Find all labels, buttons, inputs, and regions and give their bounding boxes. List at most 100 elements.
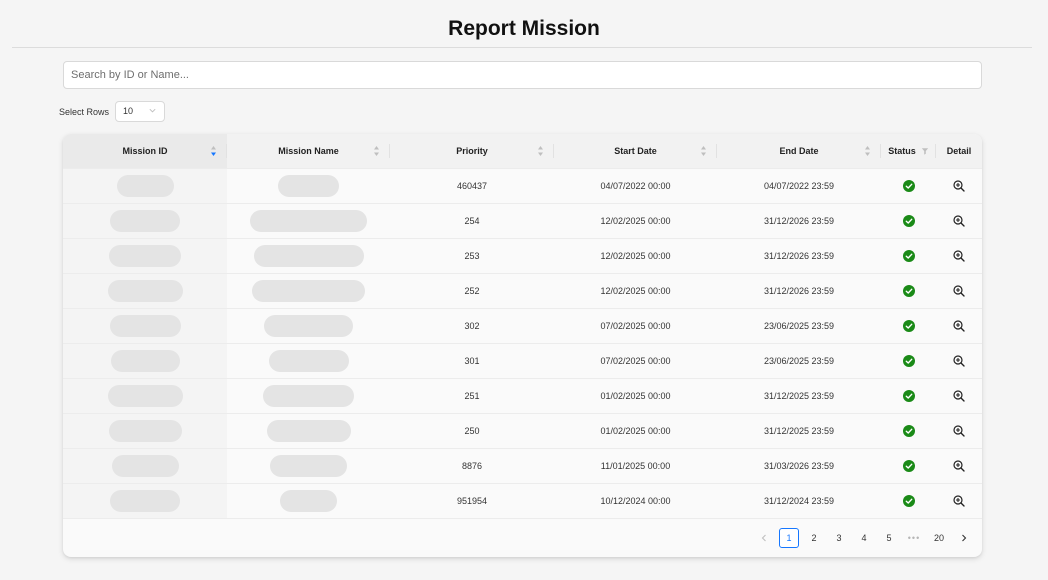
- sort-icon[interactable]: [537, 145, 544, 157]
- cell-end-date: 31/12/2024 23:59: [717, 483, 881, 519]
- column-header-mission-name[interactable]: Mission Name: [227, 134, 390, 169]
- filter-icon[interactable]: [921, 147, 929, 155]
- zoom-in-icon[interactable]: [953, 179, 965, 192]
- table-row: 8876 11/01/2025 00:00 31/03/2026 23:59: [63, 448, 982, 484]
- redacted-mission-name: [266, 419, 351, 442]
- pagination-ellipsis[interactable]: •••: [904, 528, 924, 548]
- redacted-mission-id: [110, 349, 180, 372]
- pagination-page-5[interactable]: 5: [879, 528, 899, 548]
- redacted-mission-name: [263, 384, 354, 407]
- cell-mission-id: [63, 203, 227, 239]
- redacted-mission-id: [107, 384, 183, 407]
- table-row: 301 07/02/2025 00:00 23/06/2025 23:59: [63, 343, 982, 379]
- chevron-down-icon: [149, 108, 156, 113]
- redacted-mission-id: [110, 489, 180, 512]
- pagination-page-3[interactable]: 3: [829, 528, 849, 548]
- search-input[interactable]: [63, 61, 982, 89]
- column-header-start-date[interactable]: Start Date: [554, 134, 717, 169]
- cell-end-date: 04/07/2022 23:59: [717, 168, 881, 204]
- sort-icon[interactable]: [864, 145, 871, 157]
- column-header-mission-id[interactable]: Mission ID: [63, 134, 227, 169]
- zoom-in-icon[interactable]: [953, 319, 965, 332]
- cell-mission-id: [63, 273, 227, 309]
- check-circle-icon: [902, 214, 915, 227]
- zoom-in-icon[interactable]: [953, 249, 965, 262]
- cell-status: [881, 378, 936, 414]
- redacted-mission-name: [250, 209, 367, 232]
- zoom-in-icon[interactable]: [953, 389, 965, 402]
- pagination-page-last[interactable]: 20: [929, 528, 949, 548]
- cell-mission-name: [227, 238, 390, 274]
- check-circle-icon: [902, 424, 915, 437]
- zoom-in-icon[interactable]: [953, 494, 965, 507]
- rows-per-page-select[interactable]: 10: [115, 101, 165, 122]
- cell-status: [881, 203, 936, 239]
- redacted-mission-id: [107, 279, 183, 302]
- pagination-page-1[interactable]: 1: [779, 528, 799, 548]
- pagination-prev-button[interactable]: [754, 528, 774, 548]
- cell-end-date: 31/12/2025 23:59: [717, 378, 881, 414]
- table-row: 302 07/02/2025 00:00 23/06/2025 23:59: [63, 308, 982, 344]
- check-circle-icon: [902, 319, 915, 332]
- column-header-priority[interactable]: Priority: [390, 134, 554, 169]
- redacted-mission-id: [110, 209, 180, 232]
- redacted-mission-name: [268, 349, 349, 372]
- table-row: 253 12/02/2025 00:00 31/12/2026 23:59: [63, 238, 982, 274]
- chevron-right-icon: [962, 534, 967, 542]
- redacted-mission-id: [111, 454, 179, 477]
- check-circle-icon: [902, 459, 915, 472]
- cell-status: [881, 168, 936, 204]
- table-row: 252 12/02/2025 00:00 31/12/2026 23:59: [63, 273, 982, 309]
- column-header-end-date[interactable]: End Date: [717, 134, 881, 169]
- zoom-in-icon[interactable]: [953, 424, 965, 437]
- zoom-in-icon[interactable]: [953, 214, 965, 227]
- zoom-in-icon[interactable]: [953, 284, 965, 297]
- missions-table: Mission ID Mission Name Priority Start D…: [63, 134, 982, 519]
- redacted-mission-id: [109, 244, 181, 267]
- sort-icon[interactable]: [373, 145, 380, 157]
- cell-status: [881, 483, 936, 519]
- cell-priority: 8876: [390, 448, 554, 484]
- redacted-mission-name: [252, 279, 365, 302]
- cell-priority: 252: [390, 273, 554, 309]
- page-title: Report Mission: [448, 17, 600, 40]
- cell-mission-id: [63, 448, 227, 484]
- cell-detail: [936, 238, 982, 274]
- cell-detail: [936, 413, 982, 449]
- pagination-page-2[interactable]: 2: [804, 528, 824, 548]
- zoom-in-icon[interactable]: [953, 459, 965, 472]
- column-header-status[interactable]: Status: [881, 134, 936, 169]
- column-header-label: Status: [888, 145, 916, 156]
- sort-icon[interactable]: [210, 145, 217, 157]
- sort-icon[interactable]: [700, 145, 707, 157]
- check-circle-icon: [902, 494, 915, 507]
- table-row: 250 01/02/2025 00:00 31/12/2025 23:59: [63, 413, 982, 449]
- cell-mission-id: [63, 343, 227, 379]
- cell-start-date: 11/01/2025 00:00: [554, 448, 717, 484]
- chevron-left-icon: [761, 534, 766, 542]
- cell-status: [881, 343, 936, 379]
- check-circle-icon: [902, 354, 915, 367]
- cell-start-date: 07/02/2025 00:00: [554, 308, 717, 344]
- table-body: 460437 04/07/2022 00:00 04/07/2022 23:59 2…: [63, 168, 982, 519]
- pagination-next-button[interactable]: [954, 528, 974, 548]
- cell-detail: [936, 308, 982, 344]
- cell-start-date: 10/12/2024 00:00: [554, 483, 717, 519]
- table-row: 951954 10/12/2024 00:00 31/12/2024 23:59: [63, 483, 982, 519]
- cell-start-date: 01/02/2025 00:00: [554, 413, 717, 449]
- cell-mission-id: [63, 413, 227, 449]
- cell-priority: 302: [390, 308, 554, 344]
- redacted-mission-id: [109, 314, 181, 337]
- cell-priority: 251: [390, 378, 554, 414]
- pagination-page-4[interactable]: 4: [854, 528, 874, 548]
- column-header-label: Priority: [456, 145, 488, 156]
- cell-priority: 250: [390, 413, 554, 449]
- cell-mission-name: [227, 168, 390, 204]
- check-circle-icon: [902, 389, 915, 402]
- redacted-mission-name: [264, 314, 353, 337]
- cell-end-date: 31/12/2026 23:59: [717, 273, 881, 309]
- zoom-in-icon[interactable]: [953, 354, 965, 367]
- cell-mission-name: [227, 308, 390, 344]
- redacted-mission-name: [278, 174, 339, 197]
- column-header-label: Start Date: [614, 145, 657, 156]
